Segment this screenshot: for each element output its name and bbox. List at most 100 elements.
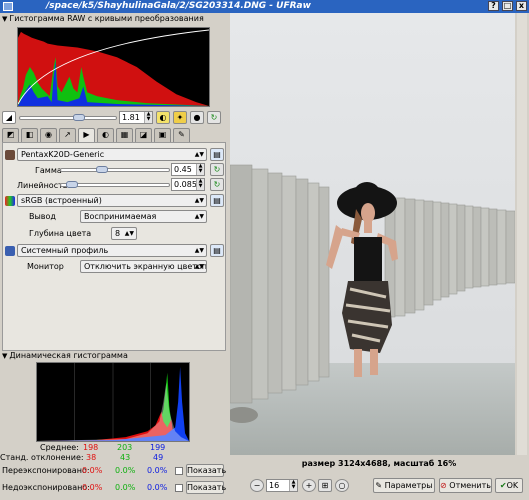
zoom-100-icon[interactable]: ○ [335,479,349,492]
dynamic-histogram[interactable] [36,362,190,442]
tab-grayscale[interactable]: ◉ [40,128,57,142]
spinner-arrows-icon: ▲ ▼ [196,164,204,175]
output-profile-icon [5,196,15,206]
average-blue: 199 [150,443,166,452]
cancel-button[interactable]: ⊘ Отменить [439,478,492,493]
overexposed-green: 0.0% [115,466,136,475]
dropdown-arrow-icon: ▲▼ [194,263,204,270]
overexposed-checkbox[interactable] [175,467,183,475]
reset-icon[interactable]: ↻ [207,111,221,124]
curve-value-spinner[interactable]: 1.81 ▲ ▼ [119,111,153,124]
linearity-spinner[interactable]: 0.085 ▲ ▼ [171,178,205,191]
overexposed-label: Переэкспонировано: [2,466,90,475]
load-display-profile-icon[interactable]: ▤ [210,244,224,257]
underexposed-green: 0.0% [115,483,136,492]
image-size-status: размер 3124x4688, масштаб 16% [301,459,457,468]
black-point-icon[interactable]: ◢ [2,111,16,124]
expander-down-icon: ▼ [2,15,8,23]
tab-transform[interactable]: ◪ [135,128,152,142]
linearity-reset-icon[interactable]: ↻ [210,178,224,191]
tab-save[interactable]: ▣ [154,128,171,142]
tab-exif[interactable]: ✎ [173,128,190,142]
dynamic-histogram-header[interactable]: ▼ Динамическая гистограмма [2,351,128,362]
bottom-toolbar: − 16 ▲ ▼ + ⊞ ○ ✎ Параметры ⊘ Отменить ✔OK [229,475,529,499]
show-overexposed-button[interactable]: Показать [186,464,226,477]
gamma-spinner[interactable]: 0.45 ▲ ▼ [171,163,205,176]
top [354,237,382,283]
tab-color-management[interactable]: ▶ [78,128,95,142]
color-management-panel: PentaxK20D-Generic ▲▼ ▤ Гамма 0.45 ▲ ▼ ↻ Л… [2,142,226,351]
std-label: Станд. отклонение: [0,453,84,462]
maximize-window-button[interactable]: □ [502,1,513,11]
underexposed-label: Недоэкспонировано: [2,483,90,492]
load-profile-icon[interactable]: ▤ [210,148,224,161]
color-dots-icon[interactable]: ● [190,111,204,124]
spinner-arrows-icon: ▲ ▼ [196,179,204,190]
zoom-spinner[interactable]: 16 ▲ ▼ [266,479,298,492]
curve-slider-knob[interactable] [73,114,85,121]
window-title: /space/k5/ShayhulinaGala/2/SG203314.DNG … [46,1,311,11]
bit-depth-select[interactable]: 8 ▲▼ [111,227,137,240]
average-red: 198 [83,443,99,452]
curve-controls: ◢ 1.81 ▲ ▼ ◐ ✦ ● ↻ [2,111,227,125]
dropdown-arrow-icon: ▲▼ [124,230,134,237]
underexposed-checkbox[interactable] [175,484,183,492]
app-icon [3,2,13,11]
camera-icon [5,150,15,160]
dropdown-arrow-icon: ▲▼ [194,247,204,254]
tab-lightness[interactable]: ◐ [97,128,114,142]
std-blue: 49 [153,453,164,462]
tab-crop[interactable]: ▦ [116,128,133,142]
gamma-label: Гамма [35,166,62,175]
curve-preset-icon[interactable]: ✦ [173,111,187,124]
zoom-out-icon[interactable]: − [250,479,264,492]
bit-depth-label: Глубина цвета [29,229,92,238]
options-button[interactable]: ✎ Параметры [373,478,435,493]
monitor-proof-select[interactable]: Отключить экранную цветопробу▲▼ [80,260,207,273]
intent-select[interactable]: Воспринимаемая ▲▼ [80,210,207,223]
raw-histogram-header[interactable]: ▼ Гистограмма RAW с кривыми преобразовани… [2,14,204,25]
gamma-slider-knob[interactable] [96,166,108,173]
tab-curves[interactable]: ↗ [59,128,76,142]
output-profile-select[interactable]: sRGB (встроенный) ▲▼ [17,194,207,207]
spinner-arrows-icon: ▲ ▼ [289,480,297,491]
fit-window-icon[interactable]: ⊞ [318,479,332,492]
average-green: 203 [117,443,133,452]
input-profile-select[interactable]: PentaxK20D-Generic ▲▼ [17,148,207,161]
expander-down-icon: ▼ [2,352,8,360]
raw-histogram[interactable] [17,27,210,107]
average-label: Среднее: [40,443,79,452]
wrench-icon: ✎ [375,481,383,490]
help-window-button[interactable]: ? [488,1,499,11]
cancel-icon: ⊘ [440,481,447,490]
load-output-profile-icon[interactable]: ▤ [210,194,224,207]
close-window-button[interactable]: x [516,1,527,11]
display-profile-select[interactable]: Системный профиль ▲▼ [17,244,207,257]
gamma-slider[interactable] [60,168,170,172]
tab-exposure[interactable]: ◩ [2,128,19,142]
dropdown-arrow-icon: ▲▼ [194,151,204,158]
show-underexposed-button[interactable]: Показать [186,481,226,494]
auto-exposure-icon[interactable]: ◐ [156,111,170,124]
curve-slider[interactable] [19,116,117,120]
dropdown-arrow-icon: ▲▼ [194,213,204,220]
intent-label: Вывод [29,212,56,221]
dropdown-arrow-icon: ▲▼ [194,197,204,204]
overexposed-blue: 0.0% [147,466,168,475]
preview-scrollbar[interactable] [517,13,527,455]
linearity-slider-knob[interactable] [66,181,78,188]
zoom-in-icon[interactable]: + [302,479,316,492]
std-red: 38 [86,453,97,462]
image-preview[interactable] [230,13,515,455]
preview-area: размер 3124x4688, масштаб 16% − 16 ▲ ▼ + … [229,13,529,500]
controls-panel: ▼ Гистограмма RAW с кривыми преобразовани… [0,13,229,500]
overexposed-red: 0.0% [82,466,103,475]
std-green: 43 [120,453,131,462]
photo-canvas [230,13,515,455]
monitor-label: Монитор [27,262,64,271]
ok-button[interactable]: ✔OK [495,478,523,493]
tab-white-balance[interactable]: ◧ [21,128,38,142]
tool-tabs: ◩ ◧ ◉ ↗ ▶ ◐ ▦ ◪ ▣ ✎ [2,128,227,142]
monitor-icon [5,246,15,256]
gamma-reset-icon[interactable]: ↻ [210,163,224,176]
